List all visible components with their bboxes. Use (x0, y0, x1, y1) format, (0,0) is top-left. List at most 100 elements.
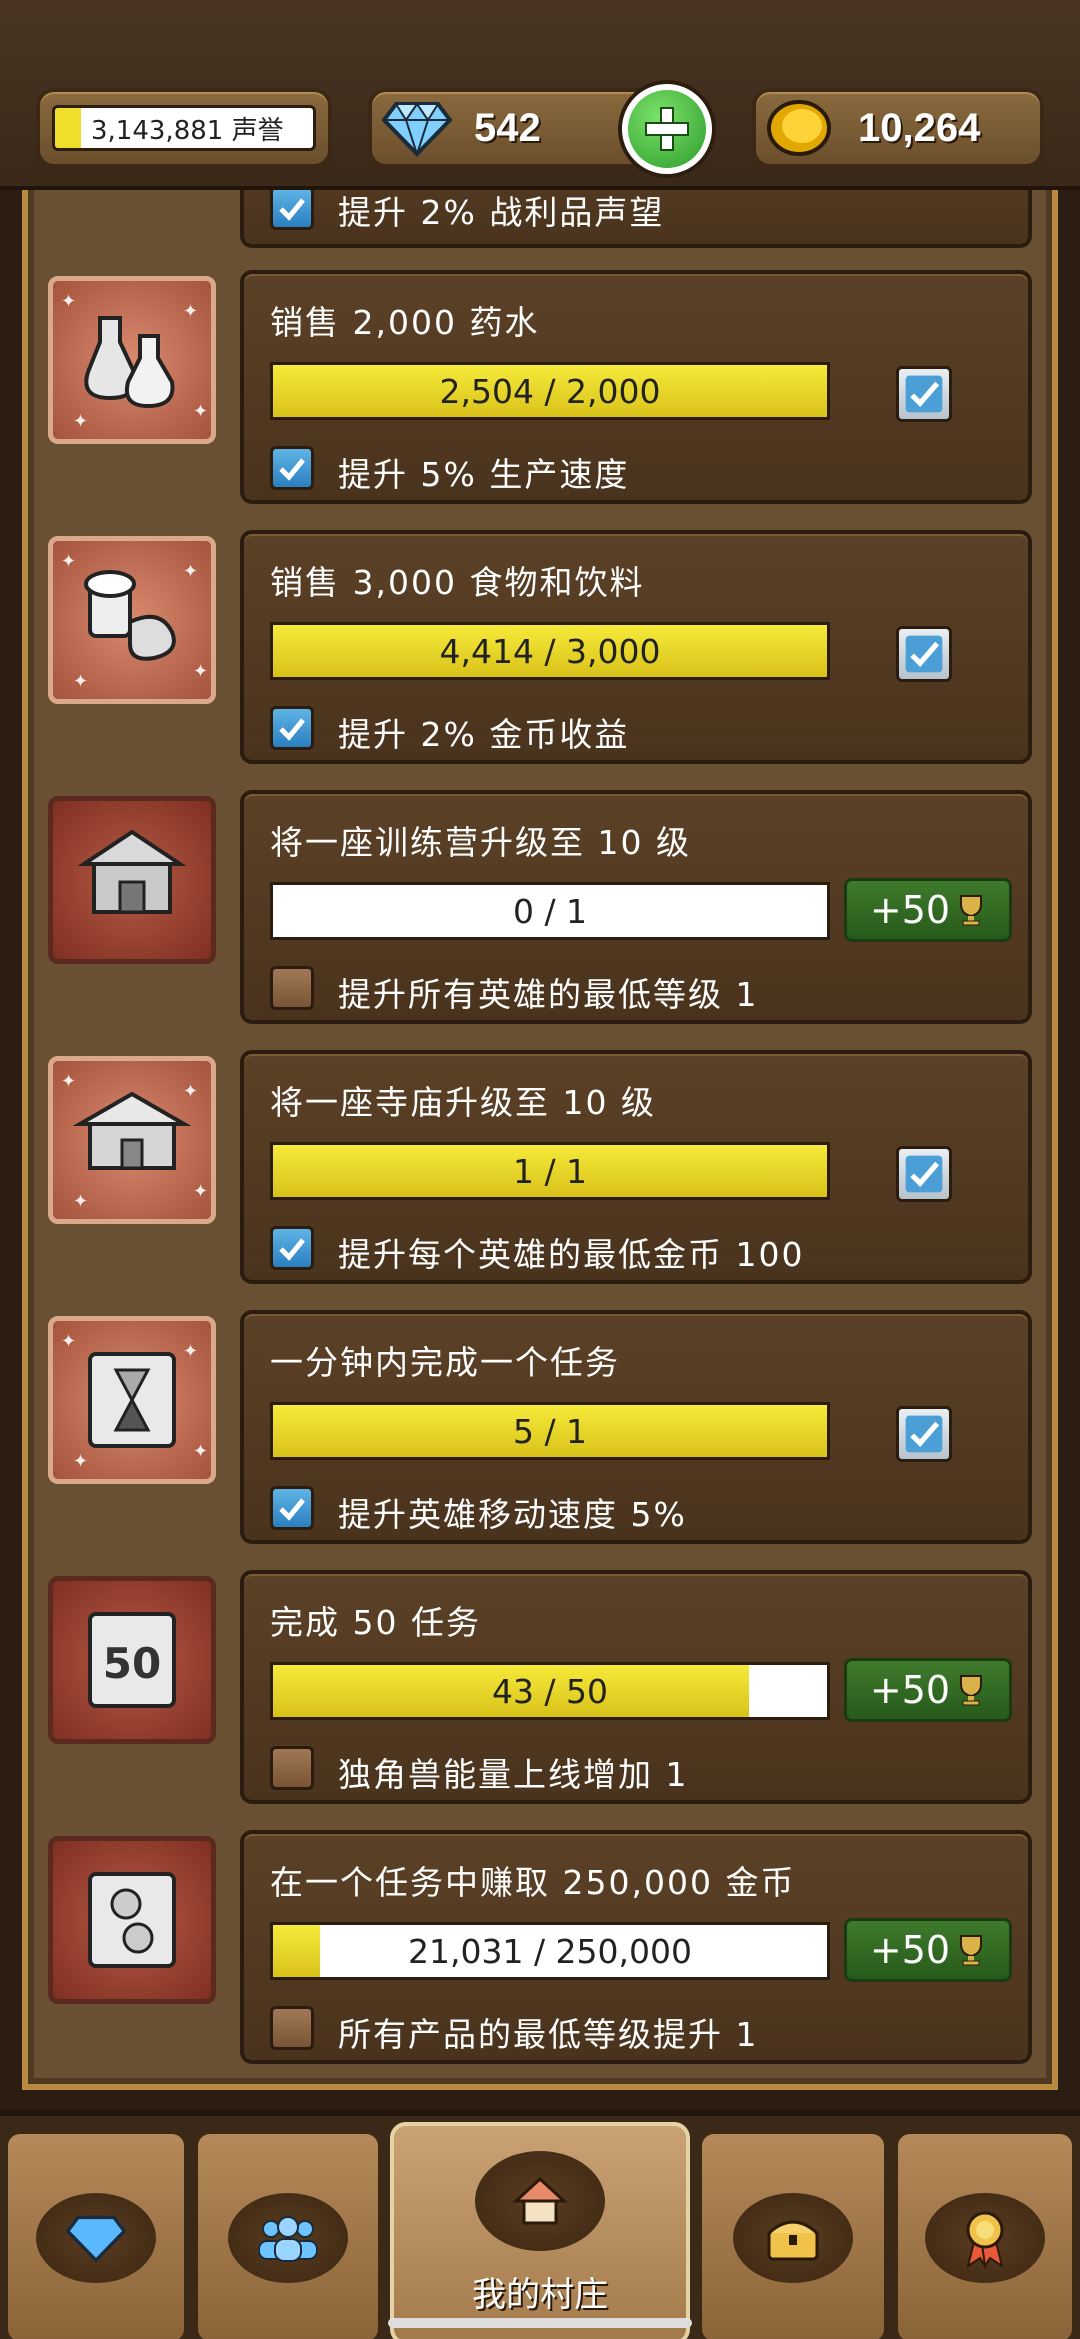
achievement-card: 销售 2,000 药水 2,504 / 2,000 提升 5% 生产速度 (240, 270, 1032, 504)
nav-my-village-label: 我的村庄 (472, 2275, 608, 2315)
trophy-reward-badge: +50 (844, 878, 1012, 942)
progress-bar: 43 / 50 (270, 1662, 830, 1720)
checkmark-icon (905, 1415, 943, 1453)
nav-gems[interactable] (4, 2130, 188, 2339)
checkmark-icon (905, 635, 943, 673)
reward-checkbox (270, 706, 314, 750)
progress-text: 21,031 / 250,000 (407, 1931, 693, 1971)
sparkle-icon: ✦ (73, 1191, 89, 1212)
sparkle-icon: ✦ (61, 551, 77, 572)
achievement-card: 一分钟内完成一个任务 5 / 1 提升英雄移动速度 5% (240, 1310, 1032, 1544)
sparkle-icon: ✦ (183, 1081, 199, 1102)
diamond-icon (66, 2215, 126, 2263)
house-icon (512, 2176, 568, 2225)
achievement-title: 将一座训练营升级至 10 级 (270, 823, 691, 862)
sparkle-icon: ✦ (183, 301, 199, 322)
temple-icon: ✦ ✦ ✦ ✦ (48, 1056, 216, 1224)
plus-icon (645, 107, 689, 151)
reward-amount: +50 (869, 1668, 951, 1712)
reward-text: 提升 2% 金币收益 (338, 715, 630, 754)
achievement-card: 销售 3,000 食物和饮料 4,414 / 3,000 提升 2% 金币收益 (240, 530, 1032, 764)
reward-amount: +50 (869, 1928, 951, 1972)
progress-text: 0 / 1 (512, 891, 588, 931)
progress-bar: 2,504 / 2,000 (270, 362, 830, 420)
trophy-reward-badge: +50 (844, 1658, 1012, 1722)
completed-checkbox (896, 366, 952, 422)
sparkle-icon: ✦ (61, 1331, 77, 1352)
sparkle-icon: ✦ (183, 1341, 199, 1362)
achievement-title: 将一座寺庙升级至 10 级 (270, 1083, 656, 1122)
progress-text: 1 / 1 (512, 1151, 588, 1191)
reward-text: 独角兽能量上线增加 1 (338, 1755, 689, 1794)
svg-text:50: 50 (103, 1639, 161, 1688)
checkmark-icon (279, 198, 305, 221)
gold-coin-icon (767, 100, 831, 156)
achievement-card: 将一座训练营升级至 10 级 0 / 1 +50 提升所有英雄的最低等级 1 (240, 790, 1032, 1024)
achievement-title: 销售 2,000 药水 (270, 303, 540, 342)
achievement-row: ✦ ✦ ✦ ✦ 销售 2,000 药水 2,504 / 2,000 提升 5% 生产速度 (0, 270, 1080, 510)
sparkle-icon: ✦ (193, 1181, 209, 1202)
training-camp-icon (48, 796, 216, 964)
reward-text: 提升每个英雄的最低金币 100 (338, 1235, 805, 1274)
reward-checkbox (270, 1226, 314, 1270)
achievement-row: ✦ ✦ ✦ ✦ 将一座寺庙升级至 10 级 1 / 1 提升每个英雄的最低金币 100 (0, 1050, 1080, 1290)
reward-checkbox (270, 446, 314, 490)
home-indicator (388, 2318, 692, 2328)
nav-treasure[interactable] (698, 2130, 888, 2339)
reward-text: 提升英雄移动速度 5% (338, 1495, 687, 1534)
reward-checkbox (270, 2006, 314, 2050)
gem-display: 542 (368, 84, 712, 174)
sparkle-icon: ✦ (61, 1071, 77, 1092)
progress-bar: 21,031 / 250,000 (270, 1922, 830, 1980)
reward-text: 提升 5% 生产速度 (338, 455, 630, 494)
trophy-icon (960, 1675, 983, 1706)
nav-achievements[interactable] (894, 2130, 1076, 2339)
fame-value: 3,143,881 声誉 (91, 115, 284, 146)
achievement-row: 50 完成 50 任务 43 / 50 +50 独角兽能量上线增加 1 (0, 1570, 1080, 1810)
nav-heroes[interactable] (194, 2130, 382, 2339)
achievement-title: 在一个任务中赚取 250,000 金币 (270, 1863, 796, 1902)
diamond-icon (382, 102, 452, 158)
sparkle-icon: ✦ (73, 411, 89, 432)
heroes-group-icon (258, 2215, 318, 2262)
progress-text: 4,414 / 3,000 (439, 631, 661, 671)
reward-amount: +50 (869, 888, 951, 932)
achievement-card: 将一座寺庙升级至 10 级 1 / 1 提升每个英雄的最低金币 100 (240, 1050, 1032, 1284)
fifty-scroll-icon: 50 (48, 1576, 216, 1744)
progress-text: 2,504 / 2,000 (439, 371, 661, 411)
sparkle-icon: ✦ (193, 661, 209, 682)
sparkle-icon: ✦ (183, 561, 199, 582)
progress-bar: 0 / 1 (270, 882, 830, 940)
gem-count: 542 (474, 105, 541, 150)
completed-checkbox (896, 1406, 952, 1462)
trophy-icon (960, 895, 983, 926)
checkmark-icon (279, 1238, 305, 1261)
treasure-chest-icon (767, 2220, 819, 2260)
checkmark-icon (279, 1498, 305, 1521)
sparkle-icon: ✦ (73, 671, 89, 692)
reward-text: 所有产品的最低等级提升 1 (338, 2015, 759, 2054)
reward-checkbox (270, 1746, 314, 1790)
progress-text: 5 / 1 (512, 1411, 588, 1451)
coins-scroll-icon (48, 1836, 216, 2004)
achievement-row: 将一座训练营升级至 10 级 0 / 1 +50 提升所有英雄的最低等级 1 (0, 790, 1080, 1030)
achievement-row: ✦ ✦ ✦ ✦ 一分钟内完成一个任务 5 / 1 提升英雄移动速度 5% (0, 1310, 1080, 1550)
achievement-title: 一分钟内完成一个任务 (270, 1343, 620, 1382)
checkmark-icon (279, 718, 305, 741)
achievement-title: 完成 50 任务 (270, 1603, 481, 1642)
reward-text: 提升所有英雄的最低等级 1 (338, 975, 759, 1014)
nav-my-village[interactable]: 我的村庄 (390, 2122, 690, 2339)
progress-bar: 1 / 1 (270, 1142, 830, 1200)
sparkle-icon: ✦ (73, 1451, 89, 1472)
achievement-card: 完成 50 任务 43 / 50 +50 独角兽能量上线增加 1 (240, 1570, 1032, 1804)
food-drink-icon: ✦ ✦ ✦ ✦ (48, 536, 216, 704)
progress-bar: 5 / 1 (270, 1402, 830, 1460)
gold-count: 10,264 (858, 105, 981, 150)
checkmark-icon (279, 458, 305, 481)
reward-checkbox (270, 186, 314, 230)
completed-checkbox (896, 626, 952, 682)
trophy-icon (960, 1935, 983, 1966)
hourglass-scroll-icon: ✦ ✦ ✦ ✦ (48, 1316, 216, 1484)
checkmark-icon (905, 375, 943, 413)
buy-gems-button[interactable] (622, 84, 712, 174)
